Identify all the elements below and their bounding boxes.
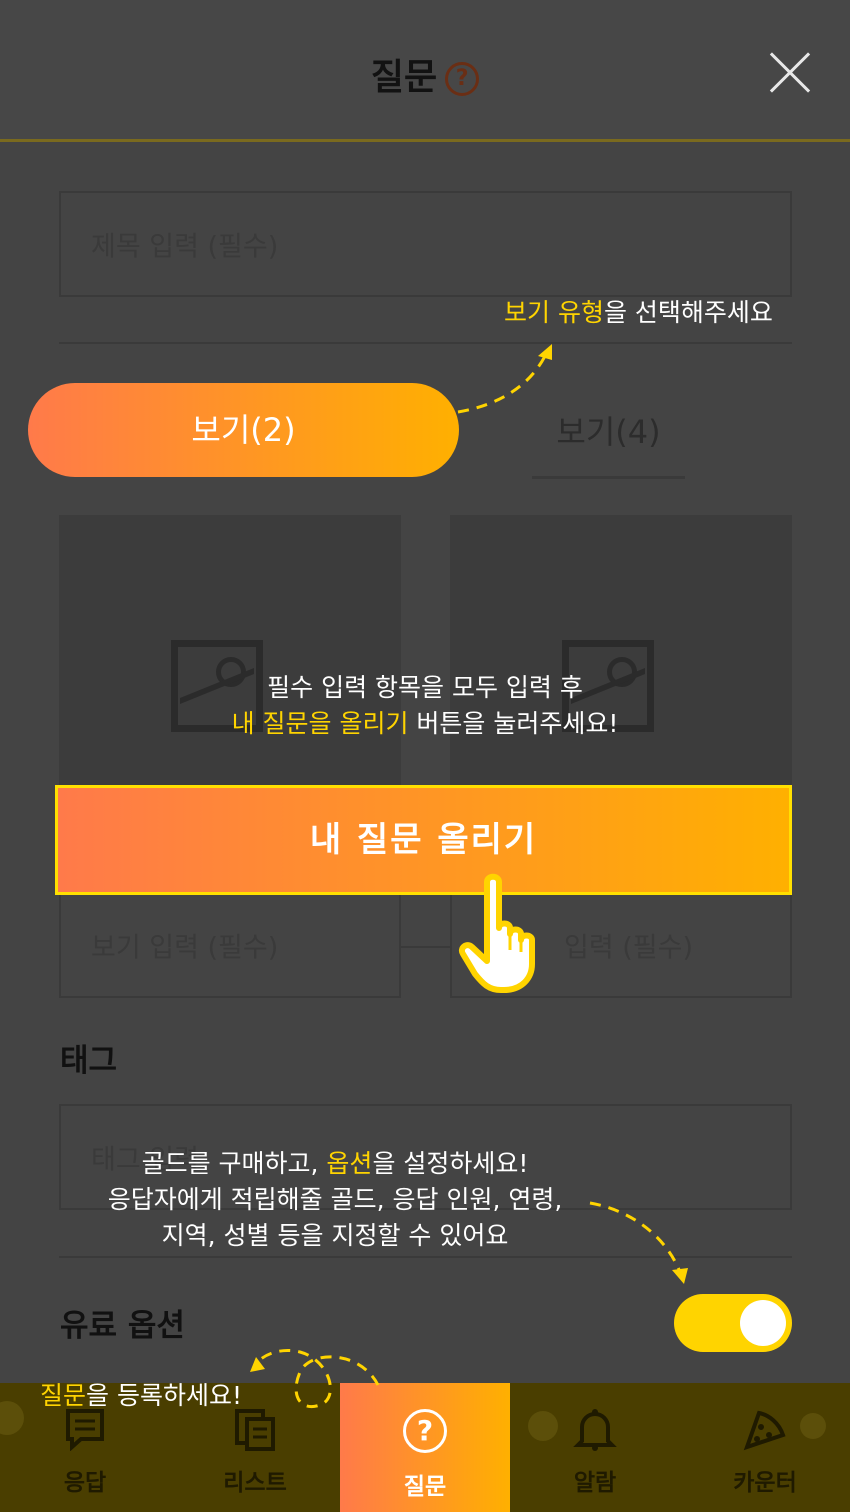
bell-icon [573,1409,617,1451]
close-icon[interactable] [770,52,810,92]
nav-label: 질문 [403,1474,447,1500]
title-input-placeholder: 제목 입력 (필수) [91,231,279,263]
option-input-left-placeholder: 보기 입력 (필수) [91,932,279,963]
tip-highlight: 보기 유형 [504,298,604,327]
tip-gold-option: 골드를 구매하고, 옵션을 설정하세요! 응답자에게 적립해줄 골드, 응답 인… [0,1146,670,1254]
nav-label: 알람 [573,1470,617,1496]
image-upload-left[interactable] [59,515,401,785]
divider [59,1256,792,1258]
option-input-right-placeholder: 입력 (필수) [564,932,694,963]
header: 질문? [0,0,850,142]
tip-select-type: 보기 유형을 선택해주세요 [504,295,773,331]
divider [59,342,792,344]
tip-text: 골드를 구매하고, [141,1149,327,1178]
nav-label: 응답 [63,1470,107,1496]
tip-line: 내 질문을 올리기 버튼을 눌러주세요! [0,706,850,742]
paid-option-label: 유료 옵션 [60,1308,185,1344]
tip-text: 응답자에게 적립해줄 골드, 응답 인원, 연령, [107,1185,563,1214]
submit-question-button[interactable]: 내 질문 올리기 [55,785,792,895]
arrowhead [250,1357,265,1372]
tab-option-4[interactable]: 보기(4) [532,385,685,479]
help-icon[interactable]: ? [445,62,480,96]
nav-item-counter[interactable]: 카운터 [680,1383,850,1512]
arrowhead [672,1268,688,1284]
tip-text: 을 선택해주세요 [603,298,773,327]
page-title-text: 질문 [370,57,438,98]
tip-highlight: 질문 [40,1381,87,1410]
tip-text: 버튼을 눌러주세요! [408,709,619,738]
pizza-icon [743,1410,786,1451]
tip-line: 골드를 구매하고, 옵션을 설정하세요! [0,1146,670,1182]
toggle-knob [740,1300,786,1346]
title-input[interactable]: 제목 입력 (필수) [59,191,792,297]
divider [401,946,450,948]
tip-text: 을 설정하세요! [372,1149,529,1178]
option-input-left[interactable]: 보기 입력 (필수) [59,893,401,998]
tip-text: 을 등록하세요! [86,1381,242,1410]
tag-label: 태그 [60,1043,118,1079]
tip-text: 지역, 성별 등을 지정할 수 있어요 [161,1221,509,1250]
page-title: 질문? [0,48,850,100]
tip-submit: 필수 입력 항목을 모두 입력 후 내 질문을 올리기 버튼을 눌러주세요! [0,670,850,742]
question-icon: ? [403,1409,447,1453]
image-upload-right[interactable] [450,515,792,785]
tip-highlight: 옵션 [326,1149,373,1178]
paid-option-toggle[interactable] [674,1294,792,1352]
tip-register: 질문을 등록하세요! [40,1378,242,1414]
tip-highlight: 내 질문을 올리기 [231,709,409,738]
nav-label: 카운터 [733,1470,797,1496]
nav-item-question[interactable]: ? 질문 [340,1383,510,1512]
tab-option-2[interactable]: 보기(2) [28,383,459,477]
tip-text: 필수 입력 항목을 모두 입력 후 [267,673,583,702]
arrowhead [538,344,552,360]
nav-label: 리스트 [223,1470,287,1496]
nav-item-alarm[interactable]: 알람 [510,1383,680,1512]
pointing-hand-icon [459,873,535,993]
